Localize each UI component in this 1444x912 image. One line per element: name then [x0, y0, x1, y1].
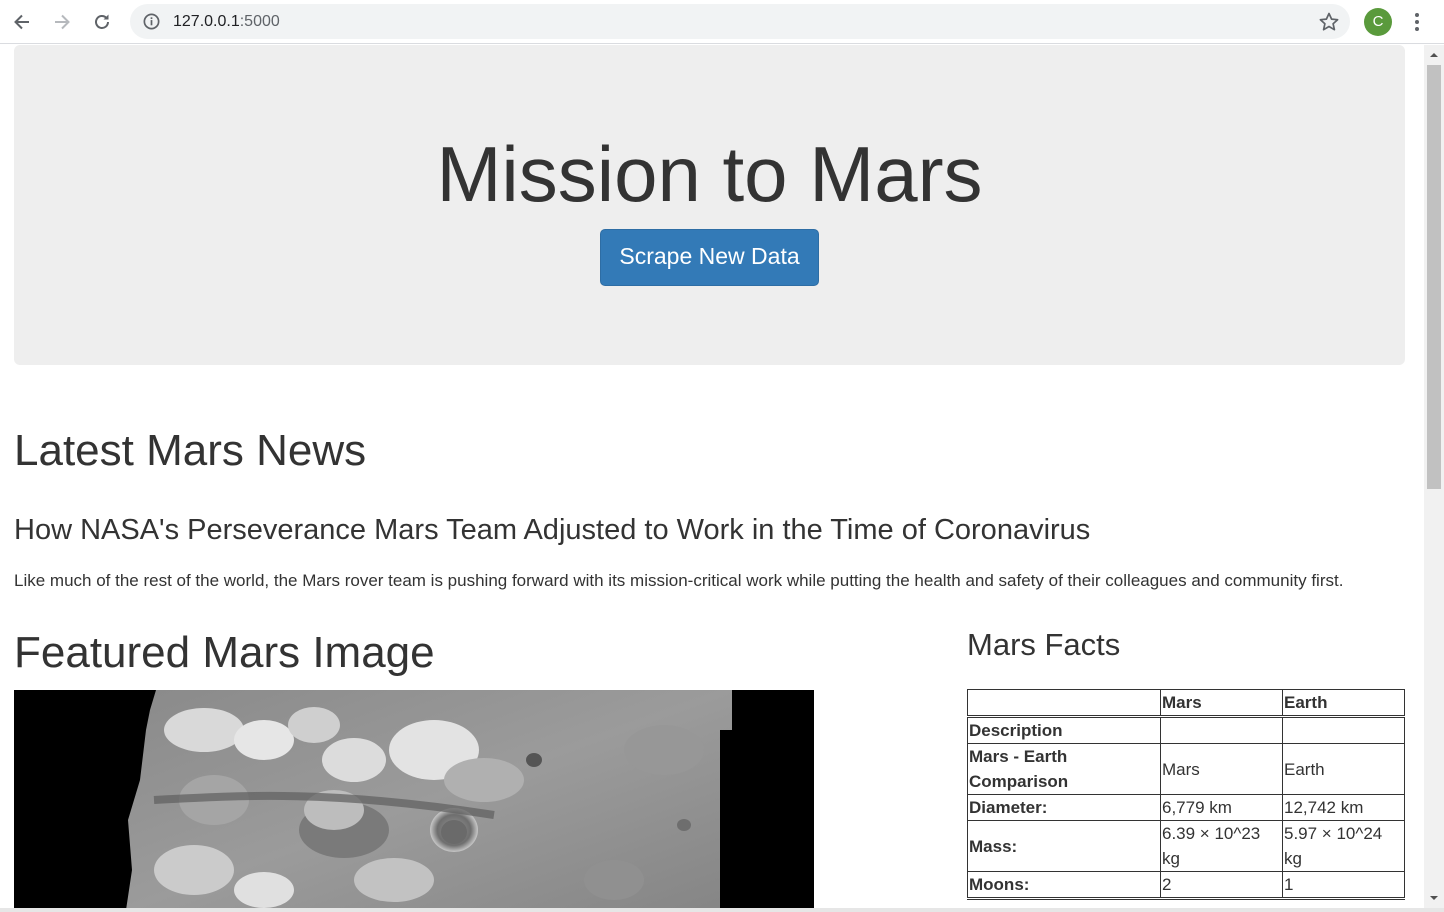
back-arrow-icon[interactable] [6, 6, 38, 38]
table-row: Mars - Earth Comparison Mars Earth [967, 743, 1405, 795]
row-label: Mass: [967, 820, 1161, 872]
table-header-earth: Earth [1282, 689, 1405, 718]
mars-facts-table: Mars Earth Description Mars - Earth Comp… [967, 689, 1405, 900]
table-header-mars: Mars [1160, 689, 1283, 718]
page-title: Mission to Mars [436, 130, 983, 218]
bookmark-star-icon[interactable] [1318, 11, 1340, 33]
url-host: 127.0.0.1 [173, 13, 240, 30]
scrollbar-thumb[interactable] [1427, 65, 1441, 489]
table-header-row: Mars Earth [967, 689, 1405, 718]
row-label: Moons: [967, 871, 1161, 900]
table-row: Mass: 6.39 × 10^23 kg 5.97 × 10^24 kg [967, 820, 1405, 872]
table-row: Moons: 2 1 [967, 871, 1405, 900]
news-heading: Latest Mars News [14, 426, 367, 475]
mars-cell: 6,779 km [1160, 794, 1283, 821]
url-port: :5000 [239, 13, 280, 30]
table-row: Diameter: 6,779 km 12,742 km [967, 794, 1405, 821]
scrape-new-data-button[interactable]: Scrape New Data [600, 229, 819, 286]
earth-cell: 1 [1282, 871, 1405, 900]
mars-cell: Mars [1160, 743, 1283, 795]
jumbotron: Mission to Mars Scrape New Data [14, 45, 1405, 365]
mars-cell: 6.39 × 10^23 kg [1160, 820, 1283, 872]
news-paragraph: Like much of the rest of the world, the … [14, 571, 1344, 590]
news-title: How NASA's Perseverance Mars Team Adjust… [14, 514, 1091, 546]
earth-cell: 12,742 km [1282, 794, 1405, 821]
featured-mars-image [14, 690, 814, 908]
scroll-up-arrow-icon[interactable] [1424, 45, 1444, 65]
browser-toolbar: 127.0.0.1:5000 C [0, 0, 1444, 44]
row-label: Description [967, 716, 1161, 744]
earth-cell [1282, 716, 1405, 744]
profile-avatar[interactable]: C [1364, 8, 1392, 36]
table-row: Description [967, 716, 1405, 744]
table-header-blank [967, 689, 1161, 718]
featured-image-heading: Featured Mars Image [14, 628, 435, 677]
horizontal-scrollbar[interactable] [0, 908, 1444, 912]
row-label: Mars - Earth Comparison [967, 743, 1161, 795]
mars-cell: 2 [1160, 871, 1283, 900]
vertical-scrollbar[interactable] [1424, 45, 1444, 908]
reload-icon[interactable] [86, 6, 118, 38]
earth-cell: Earth [1282, 743, 1405, 795]
earth-cell: 5.97 × 10^24 kg [1282, 820, 1405, 872]
facts-heading: Mars Facts [967, 627, 1121, 662]
kebab-menu-icon[interactable] [1406, 10, 1428, 34]
address-bar[interactable]: 127.0.0.1:5000 [130, 4, 1350, 39]
info-icon[interactable] [142, 12, 161, 31]
page-content: Mission to Mars Scrape New Data Latest M… [0, 45, 1424, 908]
url-text: 127.0.0.1:5000 [173, 12, 280, 31]
scroll-down-arrow-icon[interactable] [1424, 888, 1444, 908]
mars-cell [1160, 716, 1283, 744]
row-label: Diameter: [967, 794, 1161, 821]
forward-arrow-icon[interactable] [46, 6, 78, 38]
